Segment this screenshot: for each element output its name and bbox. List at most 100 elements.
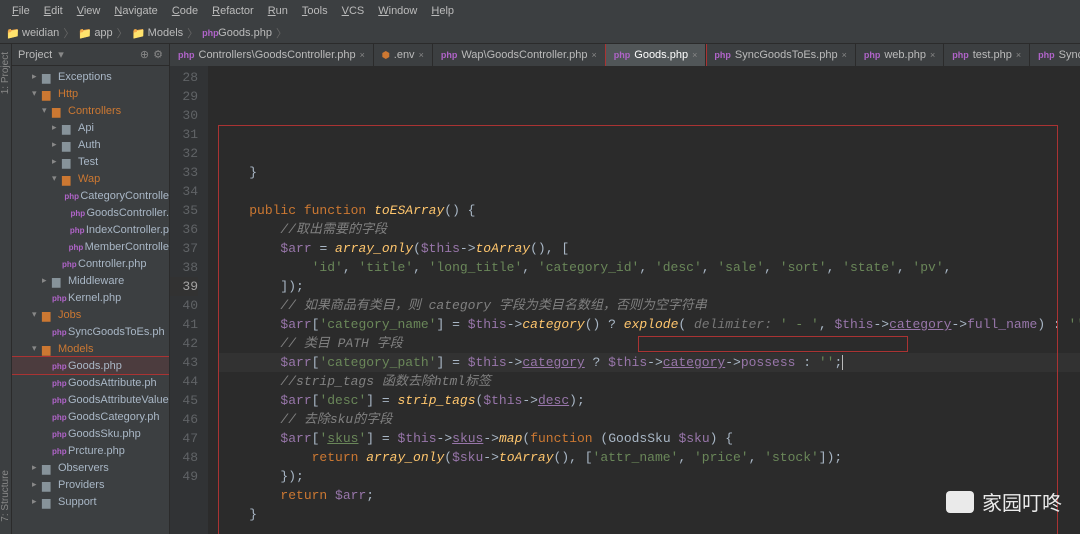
- menu-code[interactable]: Code: [166, 3, 204, 19]
- tree-node[interactable]: phpGoodsCategory.ph: [12, 408, 169, 425]
- collapse-icon[interactable]: ⊕: [140, 48, 149, 61]
- tree-arrow-icon[interactable]: ▸: [42, 275, 52, 286]
- gear-icon[interactable]: ⚙: [153, 48, 163, 61]
- tree-node[interactable]: phpSyncGoodsToEs.ph: [12, 323, 169, 340]
- tree-node[interactable]: phpGoods.php: [12, 357, 169, 374]
- tree-node[interactable]: phpGoodsSku.php: [12, 425, 169, 442]
- tree-arrow-icon[interactable]: ▸: [32, 71, 42, 82]
- project-header[interactable]: Project ▾ ⊕ ⚙: [12, 44, 169, 66]
- code-line[interactable]: public function toESArray() {: [218, 201, 1080, 220]
- chevron-down-icon[interactable]: ▾: [58, 48, 64, 61]
- tree-arrow-icon[interactable]: ▸: [32, 479, 42, 490]
- editor-tab[interactable]: phpweb.php×: [856, 44, 944, 66]
- close-icon[interactable]: ×: [592, 50, 597, 60]
- tree-node[interactable]: ▸▆Observers: [12, 459, 169, 476]
- tree-node[interactable]: phpPrcture.php: [12, 442, 169, 459]
- code-line[interactable]: [218, 524, 1080, 534]
- close-icon[interactable]: ×: [419, 50, 424, 60]
- tree-arrow-icon[interactable]: ▸: [32, 462, 42, 473]
- close-icon[interactable]: ×: [692, 50, 697, 60]
- tree-node[interactable]: phpKernel.php: [12, 289, 169, 306]
- tree-node[interactable]: ▾▆Jobs: [12, 306, 169, 323]
- tree-node[interactable]: ▸▆Auth: [12, 136, 169, 153]
- editor-tab[interactable]: phpSyncGoods.php×: [1030, 44, 1080, 66]
- code-line[interactable]: }: [218, 505, 1080, 524]
- tree-node[interactable]: phpController.php: [12, 255, 169, 272]
- code-line[interactable]: });: [218, 467, 1080, 486]
- menu-edit[interactable]: Edit: [38, 3, 69, 19]
- tree-node[interactable]: ▸▆Test: [12, 153, 169, 170]
- code-line[interactable]: }: [218, 163, 1080, 182]
- tree-node[interactable]: phpCategoryControlle: [12, 187, 169, 204]
- breadcrumb-segment[interactable]: Goods.php: [218, 27, 272, 39]
- editor-tab[interactable]: phpGoods.php×: [606, 44, 707, 66]
- tree-arrow-icon[interactable]: ▾: [52, 173, 62, 184]
- code-line[interactable]: $arr['category_path'] = $this->category …: [218, 353, 1080, 372]
- tree-node[interactable]: phpGoodsController.: [12, 204, 169, 221]
- code-line[interactable]: $arr['desc'] = strip_tags($this->desc);: [218, 391, 1080, 410]
- code-line[interactable]: $arr = array_only($this->toArray(), [: [218, 239, 1080, 258]
- main-menu[interactable]: FileEditViewNavigateCodeRefactorRunTools…: [0, 0, 1080, 22]
- menu-help[interactable]: Help: [425, 3, 460, 19]
- editor-tab[interactable]: phptest.php×: [944, 44, 1030, 66]
- tree-node[interactable]: ▸▆Providers: [12, 476, 169, 493]
- editor-tab[interactable]: phpSyncGoodsToEs.php×: [706, 44, 856, 66]
- menu-window[interactable]: Window: [372, 3, 423, 19]
- tree-arrow-icon[interactable]: ▸: [52, 122, 62, 133]
- tree-node[interactable]: phpMemberControlle: [12, 238, 169, 255]
- code-line[interactable]: // 如果商品有类目，则 category 字段为类目名数组，否则为空字符串: [218, 296, 1080, 315]
- tree-node[interactable]: phpGoodsAttribute.ph: [12, 374, 169, 391]
- code-line[interactable]: $arr['category_name'] = $this->category(…: [218, 315, 1080, 334]
- tree-arrow-icon[interactable]: ▸: [32, 496, 42, 507]
- menu-refactor[interactable]: Refactor: [206, 3, 260, 19]
- menu-tools[interactable]: Tools: [296, 3, 334, 19]
- tree-node[interactable]: ▾▆Wap: [12, 170, 169, 187]
- code-line[interactable]: [218, 182, 1080, 201]
- close-icon[interactable]: ×: [930, 50, 935, 60]
- tool-project-label[interactable]: 1: Project: [0, 48, 11, 98]
- code-line[interactable]: //strip_tags 函数去除html标签: [218, 372, 1080, 391]
- tree-node[interactable]: ▸▆Middleware: [12, 272, 169, 289]
- close-icon[interactable]: ×: [1016, 50, 1021, 60]
- tree-node[interactable]: ▾▆Models: [12, 340, 169, 357]
- menu-navigate[interactable]: Navigate: [108, 3, 163, 19]
- editor-tab[interactable]: ⬢.env×: [374, 44, 433, 66]
- breadcrumb-segment[interactable]: weidian: [22, 27, 59, 39]
- tool-window-stripe-left[interactable]: 1: Project 7: Structure: [0, 44, 12, 534]
- breadcrumb[interactable]: 📁weidian〉📁app〉📁Models〉phpGoods.php〉: [0, 22, 1080, 44]
- code-line[interactable]: $arr['skus'] = $this->skus->map(function…: [218, 429, 1080, 448]
- tree-arrow-icon[interactable]: ▾: [42, 105, 52, 116]
- menu-view[interactable]: View: [71, 3, 107, 19]
- tree-node[interactable]: ▸▆Api: [12, 119, 169, 136]
- code-line[interactable]: // 去除sku的字段: [218, 410, 1080, 429]
- menu-file[interactable]: File: [6, 3, 36, 19]
- tree-node[interactable]: ▾▆Http: [12, 85, 169, 102]
- tree-arrow-icon[interactable]: ▸: [52, 139, 62, 150]
- editor-tab[interactable]: phpControllers\GoodsController.php×: [170, 44, 374, 66]
- code-line[interactable]: 'id', 'title', 'long_title', 'category_i…: [218, 258, 1080, 277]
- editor-tabs[interactable]: phpControllers\GoodsController.php×⬢.env…: [170, 44, 1080, 66]
- code-line[interactable]: //取出需要的字段: [218, 220, 1080, 239]
- close-icon[interactable]: ×: [360, 50, 365, 60]
- breadcrumb-segment[interactable]: app: [94, 27, 112, 39]
- tree-node[interactable]: phpIndexController.p: [12, 221, 169, 238]
- code-editor[interactable]: 2829303132333435363738394041424344454647…: [170, 66, 1080, 534]
- close-icon[interactable]: ×: [842, 50, 847, 60]
- tree-node[interactable]: phpGoodsAttributeValue: [12, 391, 169, 408]
- project-tree[interactable]: ▸▆Exceptions▾▆Http▾▆Controllers▸▆Api▸▆Au…: [12, 66, 169, 534]
- code-line[interactable]: return array_only($sku->toArray(), ['att…: [218, 448, 1080, 467]
- tree-node[interactable]: ▸▆Support: [12, 493, 169, 510]
- menu-vcs[interactable]: VCS: [336, 3, 371, 19]
- code-body[interactable]: } public function toESArray() { //取出需要的字…: [208, 66, 1080, 534]
- tree-node[interactable]: ▾▆Controllers: [12, 102, 169, 119]
- code-line[interactable]: return $arr;: [218, 486, 1080, 505]
- code-line[interactable]: [218, 144, 1080, 163]
- menu-run[interactable]: Run: [262, 3, 294, 19]
- breadcrumb-segment[interactable]: Models: [148, 27, 183, 39]
- tree-arrow-icon[interactable]: ▾: [32, 88, 42, 99]
- tree-node[interactable]: ▸▆Exceptions: [12, 68, 169, 85]
- tree-arrow-icon[interactable]: ▾: [32, 309, 42, 320]
- code-line[interactable]: ]);: [218, 277, 1080, 296]
- code-line[interactable]: // 类目 PATH 字段: [218, 334, 1080, 353]
- editor-tab[interactable]: phpWap\GoodsController.php×: [433, 44, 606, 66]
